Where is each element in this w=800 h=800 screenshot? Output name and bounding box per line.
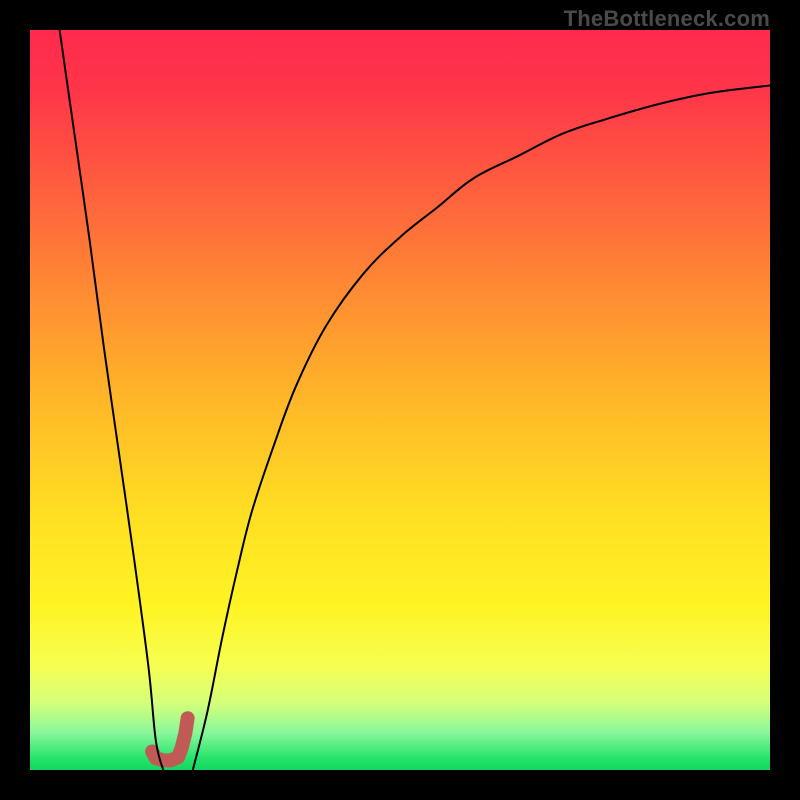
watermark-text: TheBottleneck.com (564, 6, 770, 32)
chart-frame: TheBottleneck.com (0, 0, 800, 800)
plot-area (30, 30, 770, 770)
curve-left-branch (60, 30, 164, 770)
chart-curves (30, 30, 770, 770)
curve-right-branch (193, 86, 770, 771)
